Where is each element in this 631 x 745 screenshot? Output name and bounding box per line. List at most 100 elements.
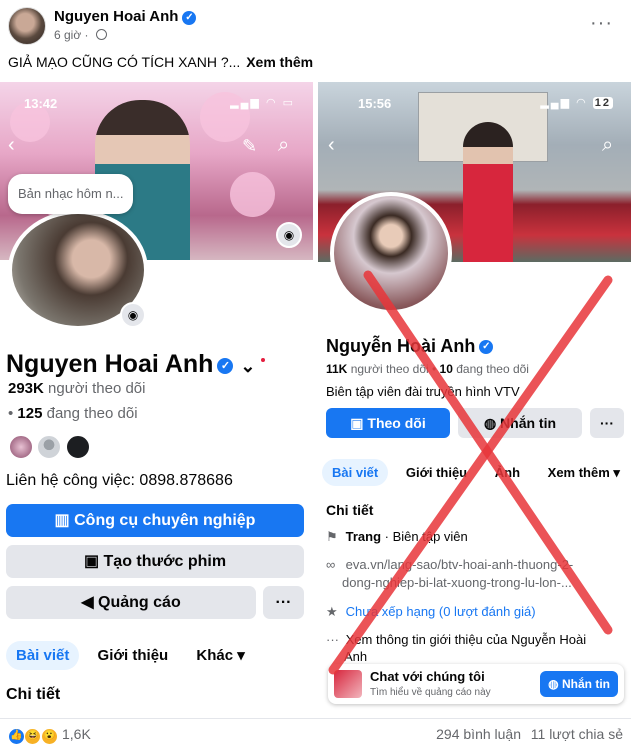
ad-subtitle[interactable]: Tìm hiểu về quảng cáo này — [370, 687, 491, 698]
notification-dot — [261, 358, 266, 362]
follow-icon: ▣ — [350, 415, 364, 431]
search-icon[interactable]: ⌕ — [278, 134, 289, 157]
post-header: Nguyen Hoai Anh ✓ 6 giờ · ··· — [0, 0, 631, 48]
status-time: 13:42 — [24, 96, 58, 111]
flag-icon: ⚑ — [326, 529, 338, 544]
advertise-button[interactable]: ◀ Quảng cáo — [6, 586, 256, 619]
ad-title: Chat với chúng tôi — [370, 669, 485, 684]
chat-ad-bar[interactable]: Chat với chúng tôi Tìm hiểu về quảng cáo… — [328, 664, 624, 704]
cover-camera-icon[interactable]: ◉ — [276, 222, 302, 248]
verified-badge-icon: ✓ — [217, 358, 234, 374]
detail-about-info[interactable]: ··· Xem thông tin giới thiệu của Nguyễn … — [326, 632, 586, 647]
detail-website-link-2[interactable]: dong-nghiep-bi-lat-xuong-trong-lu-lon-..… — [342, 575, 572, 590]
ad-message-label: Nhắn tin — [562, 677, 610, 691]
post-caption: GIẢ MẠO CŨNG CÓ TÍCH XANH ?... Xem thêm — [8, 54, 313, 70]
wow-reaction-icon: 😮 — [40, 728, 58, 745]
author-name-text[interactable]: Nguyen Hoai Anh — [54, 8, 178, 25]
detail-about-info-2[interactable]: Anh — [344, 649, 367, 664]
reel-icon: ▣ — [83, 553, 100, 570]
comment-count[interactable]: 294 bình luận — [436, 726, 521, 742]
detail-website-link[interactable]: ∞ eva.vn/lang-sao/btv-hoai-anh-thuong-2- — [326, 557, 573, 572]
left-profile-screenshot[interactable]: 13:42 ▂▄▆ ◠ ▭ ‹ ✎ ⌕ ◉ Bản nhạc hôm n... … — [0, 82, 313, 718]
about-info-line-2[interactable]: Anh — [344, 649, 367, 664]
caption-text: GIẢ MẠO CŨNG CÓ TÍCH XANH ?... — [8, 54, 241, 70]
messenger-icon: ◍ — [548, 677, 559, 691]
status-icons: ▂▄▆ ◠ 12 — [540, 97, 613, 109]
chart-icon: ▥ — [54, 512, 70, 529]
following-count: 125 — [17, 405, 43, 422]
tab-posts[interactable]: Bài viết — [322, 459, 389, 486]
website-link-line-1[interactable]: eva.vn/lang-sao/btv-hoai-anh-thuong-2- — [346, 557, 574, 572]
create-reel-button[interactable]: ▣ Tạo thước phim — [6, 545, 304, 578]
message-button[interactable]: ◍ Nhắn tin — [458, 408, 582, 438]
following-stat[interactable]: • 125 đang theo dõi — [8, 405, 138, 422]
battery-level: 12 — [592, 97, 613, 109]
post-time[interactable]: 6 giờ — [54, 28, 81, 42]
caret-down-icon: ▾ — [237, 647, 245, 664]
mini-avatar — [36, 434, 63, 460]
profile-bio: Biên tập viên đài truyền hình VTV — [326, 384, 520, 399]
about-info-line-1[interactable]: Xem thông tin giới thiệu của Nguyễn Hoài — [346, 632, 587, 647]
status-icons: ▂▄▆ ◠ ▭ — [230, 97, 295, 109]
profile-name: Nguyen Hoai Anh ✓ ⌄ — [6, 350, 266, 379]
chevron-down-icon[interactable]: ⌄ — [240, 356, 255, 376]
profile-name-text: Nguyen Hoai Anh — [6, 350, 214, 378]
mutual-avatars[interactable] — [8, 434, 91, 465]
mini-avatar — [64, 434, 91, 460]
status-time: 15:56 — [358, 96, 392, 111]
tab-see-more[interactable]: Xem thêm ▾ — [538, 459, 630, 487]
following-label: đang theo dõi — [456, 362, 529, 376]
followers-count: 293K — [8, 380, 44, 397]
search-icon[interactable]: ⌕ — [602, 134, 613, 157]
website-link-line-2[interactable]: dong-nghiep-bi-lat-xuong-trong-lu-lon-..… — [342, 575, 572, 590]
more-options-button[interactable]: ··· — [263, 586, 304, 619]
post-options-button[interactable]: ··· — [590, 12, 613, 35]
professional-tools-button[interactable]: ▥ Công cụ chuyên nghiệp — [6, 504, 304, 537]
share-count[interactable]: 11 lượt chia sẻ — [531, 726, 623, 742]
tab-about[interactable]: Giới thiệu — [396, 459, 477, 486]
cover-person — [463, 122, 513, 262]
mini-avatar — [8, 434, 34, 460]
details-title: Chi tiết — [326, 502, 374, 518]
see-more-link[interactable]: Xem thêm — [246, 54, 313, 70]
page-role: · Biên tập viên — [384, 529, 468, 544]
back-icon[interactable]: ‹ — [8, 134, 15, 157]
details-title: Chi tiết — [6, 686, 61, 703]
ellipsis-icon: ··· — [326, 632, 339, 647]
profile-camera-icon[interactable]: ◉ — [120, 302, 146, 328]
detail-page-category: ⚑ Trang · Biên tập viên — [326, 529, 468, 545]
author-avatar[interactable] — [8, 7, 46, 45]
followers-stat[interactable]: 293K người theo dõi — [8, 380, 145, 397]
advertise-label: Quảng cáo — [98, 594, 181, 611]
profile-tabs: Bài viết Giới thiệu Ảnh Xem thêm ▾ — [322, 459, 631, 487]
tab-photos[interactable]: Ảnh — [485, 459, 530, 486]
tab-about[interactable]: Giới thiệu — [88, 641, 179, 670]
rating-text[interactable]: Chưa xếp hạng (0 lượt đánh giá) — [346, 604, 536, 619]
author-name[interactable]: Nguyen Hoai Anh ✓ — [54, 8, 197, 25]
followers-count: 11K — [326, 362, 348, 376]
followers-stat[interactable]: 11K người theo dõi • 10 đang theo dõi — [326, 362, 529, 376]
profile-picture[interactable] — [330, 192, 452, 314]
reaction-count[interactable]: 1,6K — [62, 726, 91, 742]
globe-icon — [95, 29, 107, 40]
page-label: Trang — [345, 529, 382, 544]
post-meta: 6 giờ · — [54, 28, 107, 42]
back-icon[interactable]: ‹ — [328, 134, 335, 157]
tab-posts[interactable]: Bài viết — [6, 641, 80, 670]
follow-button[interactable]: ▣ Theo dõi — [326, 408, 450, 438]
professional-tools-label: Công cụ chuyên nghiệp — [74, 512, 256, 529]
detail-rating[interactable]: ★ Chưa xếp hạng (0 lượt đánh giá) — [326, 604, 536, 620]
edit-pencil-icon[interactable]: ✎ — [242, 136, 257, 157]
verified-badge-icon: ✓ — [182, 11, 197, 25]
megaphone-icon: ◀ — [81, 594, 94, 611]
tab-more[interactable]: Khác ▾ — [186, 640, 254, 670]
tab-more-label: Khác — [196, 647, 234, 664]
right-profile-screenshot[interactable]: 15:56 ▂▄▆ ◠ 12 ‹ ⌕ Nguyễn Hoài Anh ✓ 11K … — [318, 82, 631, 718]
note-bubble[interactable]: Bản nhạc hôm n... — [8, 174, 133, 214]
ad-message-button[interactable]: ◍ Nhắn tin — [540, 671, 618, 697]
post-footer: 👍 😆 😮 1,6K 294 bình luận 11 lượt chia sẻ — [0, 718, 631, 745]
more-options-button[interactable]: ··· — [590, 408, 624, 438]
profile-name-text: Nguyễn Hoài Anh — [326, 336, 476, 356]
follow-label: Theo dõi — [367, 415, 426, 431]
reaction-icons[interactable]: 👍 😆 😮 — [8, 725, 58, 745]
